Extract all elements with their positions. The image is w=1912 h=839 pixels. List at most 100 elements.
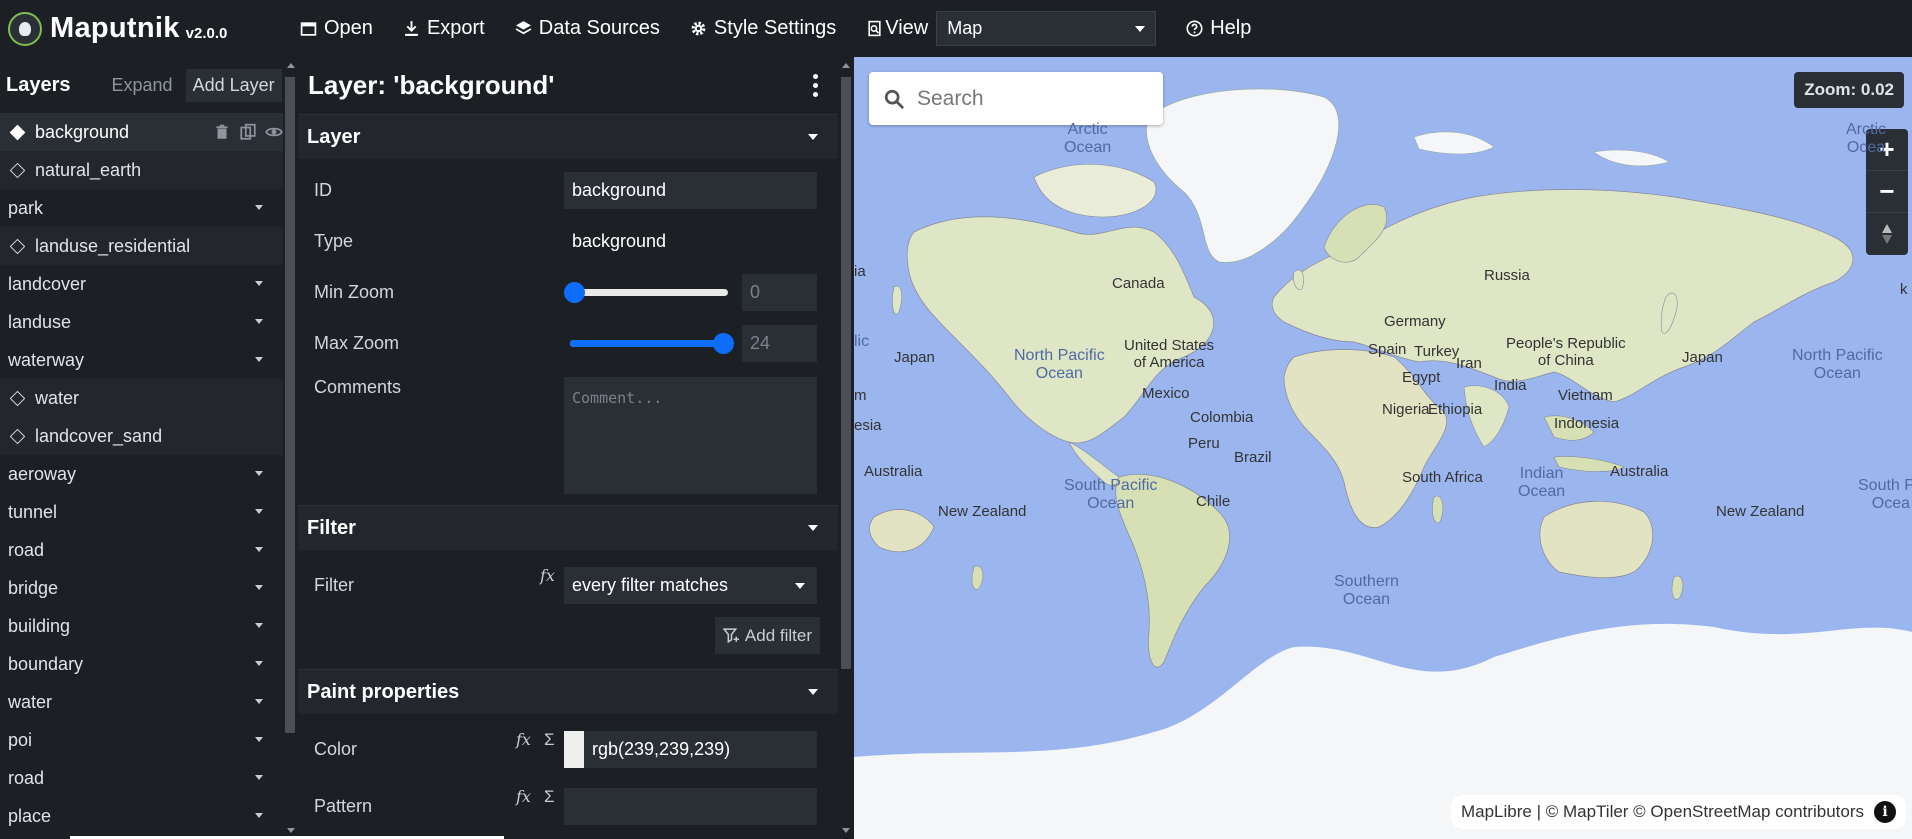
app-logo[interactable]: Maputnik v2.0.0 bbox=[0, 11, 300, 46]
function-icon[interactable]: fx bbox=[516, 787, 531, 806]
id-input[interactable]: background bbox=[564, 172, 817, 209]
chevron-down-icon[interactable] bbox=[255, 357, 263, 362]
min-zoom-label: Min Zoom bbox=[314, 282, 395, 302]
editor-scrollbar[interactable] bbox=[838, 57, 854, 839]
chevron-down-icon[interactable] bbox=[255, 813, 263, 818]
layer-group-item[interactable]: boundary bbox=[0, 645, 283, 683]
color-input[interactable]: rgb(239,239,239) bbox=[564, 731, 817, 768]
chevron-down-icon bbox=[808, 689, 818, 695]
layer-list-item[interactable]: natural_earth bbox=[0, 151, 283, 189]
chevron-down-icon[interactable] bbox=[255, 775, 263, 780]
data-sources-button[interactable]: Data Sources bbox=[515, 17, 660, 40]
layer-diamond-icon bbox=[9, 124, 26, 140]
function-icon[interactable]: fx bbox=[516, 730, 531, 749]
layer-group-item[interactable]: landuse bbox=[0, 303, 283, 341]
chevron-down-icon[interactable] bbox=[255, 623, 263, 628]
layer-group-item[interactable]: poi bbox=[0, 721, 283, 759]
chevron-down-icon[interactable] bbox=[255, 737, 263, 742]
layer-list-item[interactable]: water bbox=[0, 379, 283, 417]
zoom-out-icon[interactable]: − bbox=[1866, 171, 1908, 213]
label-south-africa: South Africa bbox=[1402, 469, 1483, 486]
layer-list-scroll-thumb[interactable] bbox=[285, 77, 295, 733]
chevron-down-icon[interactable] bbox=[255, 509, 263, 514]
layer-list-scrollbar[interactable] bbox=[283, 57, 298, 839]
type-value: background bbox=[572, 231, 667, 251]
comments-textarea[interactable]: Comment... bbox=[564, 377, 817, 494]
paint-section-header[interactable]: Paint properties bbox=[298, 669, 838, 714]
layer-group-item[interactable]: park bbox=[0, 189, 283, 227]
info-icon[interactable]: i bbox=[1874, 801, 1896, 823]
view-select[interactable]: Map bbox=[936, 11, 1157, 46]
chevron-down-icon[interactable] bbox=[255, 319, 263, 324]
help-button[interactable]: Help bbox=[1186, 17, 1251, 40]
layer-group-item[interactable]: landcover bbox=[0, 265, 283, 303]
chevron-down-icon[interactable] bbox=[255, 661, 263, 666]
sigma-icon[interactable]: Σ bbox=[544, 787, 555, 807]
max-zoom-input[interactable]: 24 bbox=[742, 325, 817, 362]
add-filter-button[interactable]: Add filter bbox=[714, 617, 820, 654]
layer-group-item[interactable]: waterway bbox=[0, 341, 283, 379]
layer-diamond-icon bbox=[9, 428, 26, 444]
min-zoom-input[interactable]: 0 bbox=[742, 274, 817, 311]
export-button[interactable]: Export bbox=[403, 17, 485, 40]
more-options-icon[interactable] bbox=[813, 74, 818, 97]
layer-section-header[interactable]: Layer bbox=[298, 114, 838, 159]
compass-icon[interactable] bbox=[1866, 213, 1908, 255]
layer-item-label: landuse bbox=[8, 311, 72, 332]
layer-group-item[interactable]: road bbox=[0, 531, 283, 569]
map-search-box[interactable]: Search bbox=[869, 72, 1163, 125]
chevron-down-icon[interactable] bbox=[255, 281, 263, 286]
layer-group-item[interactable]: road bbox=[0, 759, 283, 797]
duplicate-icon[interactable] bbox=[239, 123, 257, 141]
layer-list-item[interactable]: landcover_sand bbox=[0, 417, 283, 455]
label-spain: Spain bbox=[1368, 341, 1407, 358]
label-japan-left: Japan bbox=[894, 349, 935, 366]
min-zoom-slider[interactable] bbox=[564, 274, 734, 311]
filter-label: Filter bbox=[314, 575, 354, 595]
chevron-down-icon bbox=[1135, 25, 1146, 32]
sigma-icon[interactable]: Σ bbox=[544, 730, 555, 750]
layer-list-item[interactable]: landuse_residential bbox=[0, 227, 283, 265]
chevron-down-icon[interactable] bbox=[255, 205, 263, 210]
chevron-down-icon[interactable] bbox=[255, 699, 263, 704]
expand-button[interactable]: Expand bbox=[105, 69, 180, 102]
layer-list-item[interactable]: background bbox=[0, 113, 283, 151]
add-layer-button[interactable]: Add Layer bbox=[185, 68, 282, 102]
layer-group-item[interactable]: aeroway bbox=[0, 455, 283, 493]
scroll-up-arrow-icon[interactable] bbox=[842, 63, 850, 68]
style-settings-button[interactable]: Style Settings bbox=[690, 17, 836, 40]
comments-label: Comments bbox=[314, 377, 402, 397]
trash-icon[interactable] bbox=[213, 123, 231, 141]
layer-group-item[interactable]: bridge bbox=[0, 569, 283, 607]
max-zoom-slider[interactable] bbox=[564, 325, 734, 362]
color-swatch[interactable] bbox=[564, 731, 584, 768]
open-button[interactable]: Open bbox=[300, 17, 373, 40]
scroll-down-arrow-icon[interactable] bbox=[287, 828, 295, 833]
visibility-eye-icon[interactable] bbox=[265, 123, 283, 141]
scroll-down-arrow-icon[interactable] bbox=[842, 828, 850, 833]
min-zoom-slider-handle[interactable] bbox=[564, 282, 585, 303]
pattern-input[interactable] bbox=[564, 788, 817, 825]
layer-item-label: building bbox=[8, 615, 71, 636]
export-label: Export bbox=[426, 17, 485, 39]
layer-group-item[interactable]: water bbox=[0, 683, 283, 721]
layer-group-item[interactable]: place bbox=[0, 797, 283, 835]
zoom-level-badge: Zoom: 0.02 bbox=[1794, 72, 1904, 108]
label-colombia: Colombia bbox=[1190, 409, 1254, 426]
filter-section-header[interactable]: Filter bbox=[298, 505, 838, 550]
editor-scroll-thumb[interactable] bbox=[841, 77, 851, 669]
layer-group-item[interactable]: tunnel bbox=[0, 493, 283, 531]
max-zoom-slider-handle[interactable] bbox=[713, 333, 734, 354]
chevron-down-icon[interactable] bbox=[255, 471, 263, 476]
scroll-up-arrow-icon[interactable] bbox=[287, 63, 295, 68]
world-map-graphic[interactable] bbox=[854, 57, 1912, 839]
chevron-down-icon bbox=[795, 582, 805, 589]
layer-group-item[interactable]: building bbox=[0, 607, 283, 645]
function-icon[interactable]: fx bbox=[540, 566, 555, 585]
style-settings-label: Style Settings bbox=[713, 17, 837, 39]
map-view[interactable]: Search Zoom: 0.02 + − Arctic Ocean Arcti… bbox=[854, 57, 1912, 839]
attribution-text[interactable]: MapLibre | © MapTiler © OpenStreetMap co… bbox=[1461, 802, 1864, 822]
chevron-down-icon[interactable] bbox=[255, 547, 263, 552]
chevron-down-icon[interactable] bbox=[255, 585, 263, 590]
filter-select[interactable]: every filter matches bbox=[564, 567, 817, 604]
